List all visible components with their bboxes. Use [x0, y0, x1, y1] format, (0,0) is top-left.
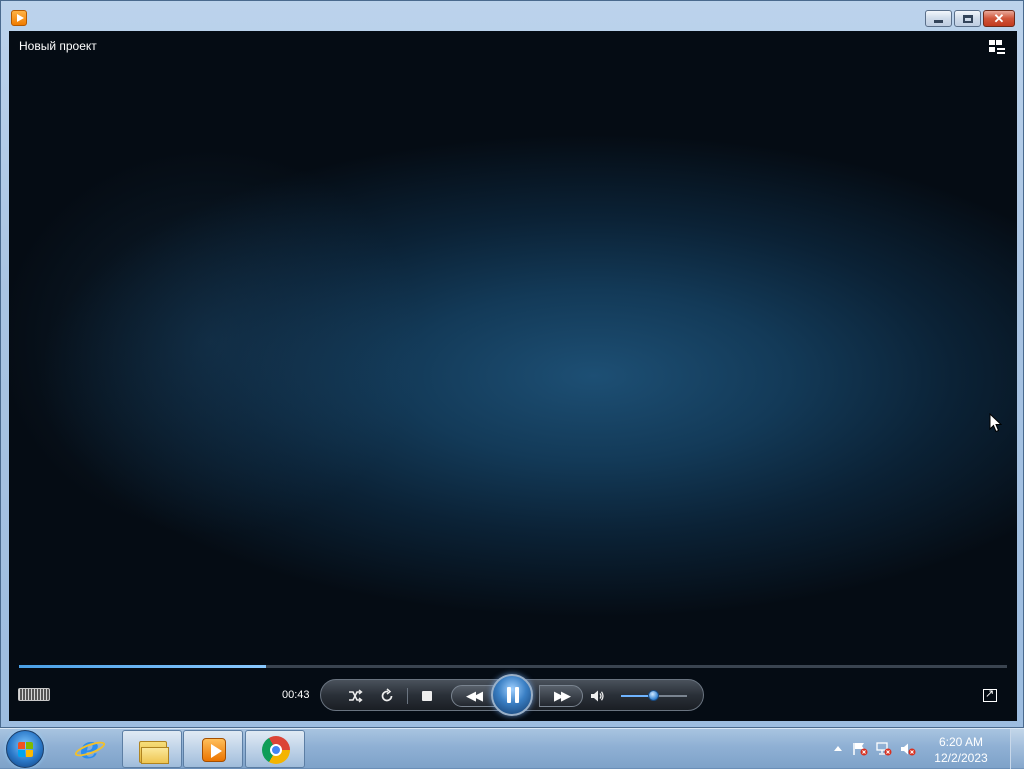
volume-slider[interactable] [621, 690, 687, 701]
taskbar-internet-explorer[interactable]: e [60, 730, 120, 768]
seek-bar[interactable] [19, 665, 1007, 668]
fullscreen-button[interactable] [983, 687, 997, 702]
taskbar: e 6:20 AM 12/2/2023 [0, 728, 1024, 769]
previous-button[interactable]: ◀◀ [451, 685, 495, 707]
system-clock[interactable]: 6:20 AM 12/2/2023 [926, 734, 996, 766]
minimize-icon [934, 20, 943, 23]
volume-muted-icon[interactable] [900, 742, 916, 756]
separator [407, 688, 408, 704]
playback-controls: ◀◀ ▶▶ [320, 674, 704, 716]
title-bar[interactable]: ✕ [1, 1, 1023, 31]
mouse-cursor-icon [989, 413, 1003, 433]
minimize-button[interactable] [925, 10, 952, 27]
rewind-icon: ◀◀ [466, 688, 483, 703]
video-area[interactable]: Новый проект 00:43 ◀◀ ▶▶ ↗ [9, 31, 1017, 721]
visualization-icon[interactable] [18, 688, 50, 701]
taskbar-windows-media-player[interactable] [183, 730, 243, 768]
clock-date: 12/2/2023 [934, 751, 988, 765]
media-player-icon [11, 10, 27, 26]
restore-icon [962, 14, 973, 23]
media-player-window: ✕ Новый проект 00:43 ◀◀ ▶▶ ↗ [0, 0, 1024, 728]
maximize-button[interactable] [954, 10, 981, 27]
stop-icon [422, 691, 432, 701]
fast-forward-icon: ▶▶ [554, 688, 571, 703]
mute-button[interactable] [587, 686, 607, 706]
taskbar-google-chrome[interactable] [245, 730, 305, 768]
repeat-icon [381, 688, 393, 702]
windows-logo-icon [18, 742, 34, 758]
pause-icon [507, 687, 519, 703]
switch-to-library-button[interactable] [989, 40, 1005, 54]
close-icon: ✕ [993, 10, 1005, 26]
show-desktop-button[interactable] [1010, 729, 1024, 769]
seek-progress [19, 665, 266, 668]
close-button[interactable]: ✕ [983, 10, 1015, 27]
action-center-flag-icon[interactable] [852, 742, 868, 756]
chrome-icon [260, 735, 292, 765]
folder-icon [137, 735, 169, 765]
media-player-icon [198, 735, 230, 765]
elapsed-time: 00:43 [282, 689, 310, 701]
now-playing-title: Новый проект [19, 39, 97, 53]
internet-explorer-icon: e [73, 734, 107, 764]
taskbar-windows-explorer[interactable] [122, 730, 182, 768]
start-button[interactable] [6, 730, 44, 768]
notification-area: 6:20 AM 12/2/2023 [806, 729, 1006, 769]
window-controls: ✕ [925, 10, 1015, 27]
stop-button[interactable] [417, 686, 437, 706]
volume-thumb[interactable] [647, 690, 659, 701]
play-pause-button[interactable] [491, 674, 533, 716]
clock-time: 6:20 AM [938, 735, 984, 749]
repeat-button[interactable] [377, 686, 397, 706]
show-hidden-icons-icon[interactable] [834, 746, 842, 751]
network-icon[interactable] [876, 742, 892, 756]
shuffle-icon [349, 689, 363, 703]
speaker-icon [591, 690, 604, 702]
next-button[interactable]: ▶▶ [539, 685, 583, 707]
shuffle-button[interactable] [345, 686, 365, 706]
